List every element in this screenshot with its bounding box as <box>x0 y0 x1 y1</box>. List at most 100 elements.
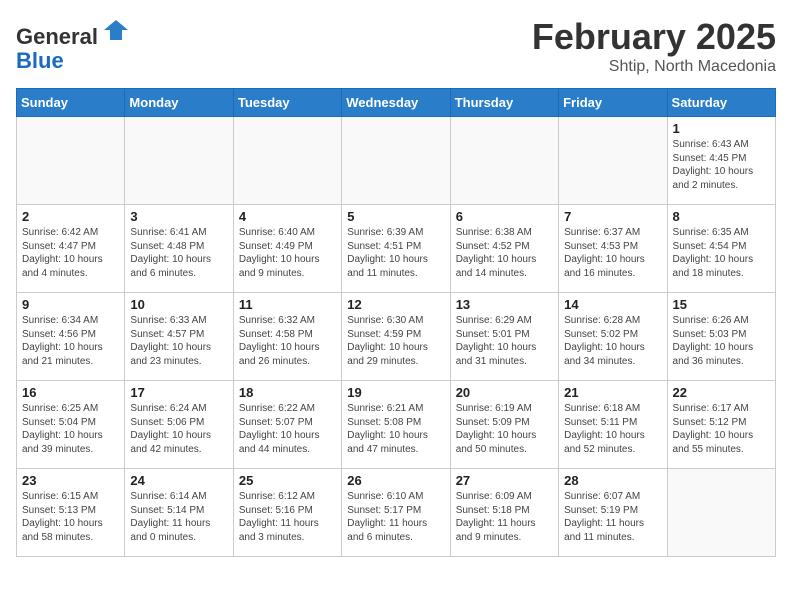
calendar-header-wednesday: Wednesday <box>342 89 450 117</box>
calendar-cell: 10 Sunrise: 6:33 AM Sunset: 4:57 PM Dayli… <box>125 293 233 381</box>
calendar-cell: 18 Sunrise: 6:22 AM Sunset: 5:07 PM Dayli… <box>233 381 341 469</box>
day-number: 16 <box>22 385 119 400</box>
day-number: 14 <box>564 297 661 312</box>
day-number: 28 <box>564 473 661 488</box>
calendar-cell <box>125 117 233 205</box>
day-number: 11 <box>239 297 336 312</box>
day-number: 25 <box>239 473 336 488</box>
calendar-cell: 3 Sunrise: 6:41 AM Sunset: 4:48 PM Daylig… <box>125 205 233 293</box>
day-info: Sunrise: 6:07 AM Sunset: 5:19 PM Dayligh… <box>564 490 661 544</box>
day-info: Sunrise: 6:10 AM Sunset: 5:17 PM Dayligh… <box>347 490 444 544</box>
day-number: 15 <box>673 297 770 312</box>
calendar-cell: 12 Sunrise: 6:30 AM Sunset: 4:59 PM Dayli… <box>342 293 450 381</box>
day-number: 12 <box>347 297 444 312</box>
day-number: 8 <box>673 209 770 224</box>
calendar-cell: 17Sunrise: 6:24 AM Sunset: 5:06 PM Dayli… <box>125 381 233 469</box>
calendar-cell: 14 Sunrise: 6:28 AM Sunset: 5:02 PM Dayli… <box>559 293 667 381</box>
day-info: Sunrise: 6:22 AM Sunset: 5:07 PM Dayligh… <box>239 402 336 456</box>
calendar-table: SundayMondayTuesdayWednesdayThursdayFrid… <box>16 88 776 557</box>
day-info: Sunrise: 6:09 AM Sunset: 5:18 PM Dayligh… <box>456 490 553 544</box>
calendar-cell: 24Sunrise: 6:14 AM Sunset: 5:14 PM Dayli… <box>125 469 233 557</box>
calendar-cell: 2 Sunrise: 6:42 AM Sunset: 4:47 PM Daylig… <box>17 205 125 293</box>
day-info: Sunrise: 6:15 AM Sunset: 5:13 PM Dayligh… <box>22 490 119 544</box>
day-number: 13 <box>456 297 553 312</box>
day-info: Sunrise: 6:28 AM Sunset: 5:02 PM Dayligh… <box>564 314 661 368</box>
calendar-cell: 4 Sunrise: 6:40 AM Sunset: 4:49 PM Daylig… <box>233 205 341 293</box>
day-number: 26 <box>347 473 444 488</box>
calendar-week-row: 1Sunrise: 6:43 AM Sunset: 4:45 PM Daylig… <box>17 117 776 205</box>
month-title: February 2025 <box>532 16 776 58</box>
calendar-header-tuesday: Tuesday <box>233 89 341 117</box>
day-number: 24 <box>130 473 227 488</box>
day-number: 19 <box>347 385 444 400</box>
calendar-cell: 16 Sunrise: 6:25 AM Sunset: 5:04 PM Dayli… <box>17 381 125 469</box>
day-number: 17 <box>130 385 227 400</box>
day-info: Sunrise: 6:33 AM Sunset: 4:57 PM Dayligh… <box>130 314 227 368</box>
calendar-cell <box>17 117 125 205</box>
day-info: Sunrise: 6:40 AM Sunset: 4:49 PM Dayligh… <box>239 226 336 280</box>
calendar-cell: 22 Sunrise: 6:17 AM Sunset: 5:12 PM Dayli… <box>667 381 775 469</box>
calendar-cell <box>233 117 341 205</box>
calendar-cell <box>450 117 558 205</box>
logo-icon <box>102 16 130 44</box>
calendar-cell: 7Sunrise: 6:37 AM Sunset: 4:53 PM Daylig… <box>559 205 667 293</box>
calendar-cell: 9 Sunrise: 6:34 AM Sunset: 4:56 PM Daylig… <box>17 293 125 381</box>
calendar-cell: 6 Sunrise: 6:38 AM Sunset: 4:52 PM Daylig… <box>450 205 558 293</box>
title-block: February 2025 Shtip, North Macedonia <box>532 16 776 76</box>
day-info: Sunrise: 6:43 AM Sunset: 4:45 PM Dayligh… <box>673 138 770 192</box>
calendar-cell: 20 Sunrise: 6:19 AM Sunset: 5:09 PM Dayli… <box>450 381 558 469</box>
calendar-cell: 28 Sunrise: 6:07 AM Sunset: 5:19 PM Dayli… <box>559 469 667 557</box>
calendar-cell <box>559 117 667 205</box>
day-number: 18 <box>239 385 336 400</box>
day-info: Sunrise: 6:25 AM Sunset: 5:04 PM Dayligh… <box>22 402 119 456</box>
day-info: Sunrise: 6:21 AM Sunset: 5:08 PM Dayligh… <box>347 402 444 456</box>
day-info: Sunrise: 6:41 AM Sunset: 4:48 PM Dayligh… <box>130 226 227 280</box>
day-info: Sunrise: 6:18 AM Sunset: 5:11 PM Dayligh… <box>564 402 661 456</box>
day-number: 10 <box>130 297 227 312</box>
day-info: Sunrise: 6:34 AM Sunset: 4:56 PM Dayligh… <box>22 314 119 368</box>
day-number: 9 <box>22 297 119 312</box>
calendar-cell: 23 Sunrise: 6:15 AM Sunset: 5:13 PM Dayli… <box>17 469 125 557</box>
day-number: 2 <box>22 209 119 224</box>
calendar-cell: 27Sunrise: 6:09 AM Sunset: 5:18 PM Dayli… <box>450 469 558 557</box>
logo-general-text: General <box>16 24 98 49</box>
calendar-week-row: 23 Sunrise: 6:15 AM Sunset: 5:13 PM Dayli… <box>17 469 776 557</box>
calendar-cell: 25Sunrise: 6:12 AM Sunset: 5:16 PM Dayli… <box>233 469 341 557</box>
calendar-cell: 19 Sunrise: 6:21 AM Sunset: 5:08 PM Dayli… <box>342 381 450 469</box>
day-number: 22 <box>673 385 770 400</box>
calendar-cell: 13Sunrise: 6:29 AM Sunset: 5:01 PM Dayli… <box>450 293 558 381</box>
day-number: 23 <box>22 473 119 488</box>
day-info: Sunrise: 6:26 AM Sunset: 5:03 PM Dayligh… <box>673 314 770 368</box>
day-number: 20 <box>456 385 553 400</box>
day-number: 21 <box>564 385 661 400</box>
calendar-header-row: SundayMondayTuesdayWednesdayThursdayFrid… <box>17 89 776 117</box>
day-info: Sunrise: 6:30 AM Sunset: 4:59 PM Dayligh… <box>347 314 444 368</box>
calendar-cell: 11 Sunrise: 6:32 AM Sunset: 4:58 PM Dayli… <box>233 293 341 381</box>
calendar-cell: 5 Sunrise: 6:39 AM Sunset: 4:51 PM Daylig… <box>342 205 450 293</box>
day-info: Sunrise: 6:37 AM Sunset: 4:53 PM Dayligh… <box>564 226 661 280</box>
day-number: 3 <box>130 209 227 224</box>
logo: General Blue <box>16 16 130 73</box>
calendar-cell <box>342 117 450 205</box>
day-info: Sunrise: 6:39 AM Sunset: 4:51 PM Dayligh… <box>347 226 444 280</box>
day-number: 6 <box>456 209 553 224</box>
day-info: Sunrise: 6:42 AM Sunset: 4:47 PM Dayligh… <box>22 226 119 280</box>
calendar-cell: 21 Sunrise: 6:18 AM Sunset: 5:11 PM Dayli… <box>559 381 667 469</box>
day-info: Sunrise: 6:17 AM Sunset: 5:12 PM Dayligh… <box>673 402 770 456</box>
day-number: 5 <box>347 209 444 224</box>
day-info: Sunrise: 6:32 AM Sunset: 4:58 PM Dayligh… <box>239 314 336 368</box>
calendar-week-row: 9 Sunrise: 6:34 AM Sunset: 4:56 PM Daylig… <box>17 293 776 381</box>
day-info: Sunrise: 6:19 AM Sunset: 5:09 PM Dayligh… <box>456 402 553 456</box>
calendar-week-row: 2 Sunrise: 6:42 AM Sunset: 4:47 PM Daylig… <box>17 205 776 293</box>
calendar-cell: 15 Sunrise: 6:26 AM Sunset: 5:03 PM Dayli… <box>667 293 775 381</box>
day-info: Sunrise: 6:38 AM Sunset: 4:52 PM Dayligh… <box>456 226 553 280</box>
calendar-header-friday: Friday <box>559 89 667 117</box>
calendar-cell <box>667 469 775 557</box>
calendar-cell: 26 Sunrise: 6:10 AM Sunset: 5:17 PM Dayli… <box>342 469 450 557</box>
calendar-cell: 8 Sunrise: 6:35 AM Sunset: 4:54 PM Daylig… <box>667 205 775 293</box>
page-header: General Blue February 2025 Shtip, North … <box>16 16 776 76</box>
day-number: 4 <box>239 209 336 224</box>
day-info: Sunrise: 6:35 AM Sunset: 4:54 PM Dayligh… <box>673 226 770 280</box>
calendar-cell: 1Sunrise: 6:43 AM Sunset: 4:45 PM Daylig… <box>667 117 775 205</box>
location-subtitle: Shtip, North Macedonia <box>532 58 776 76</box>
